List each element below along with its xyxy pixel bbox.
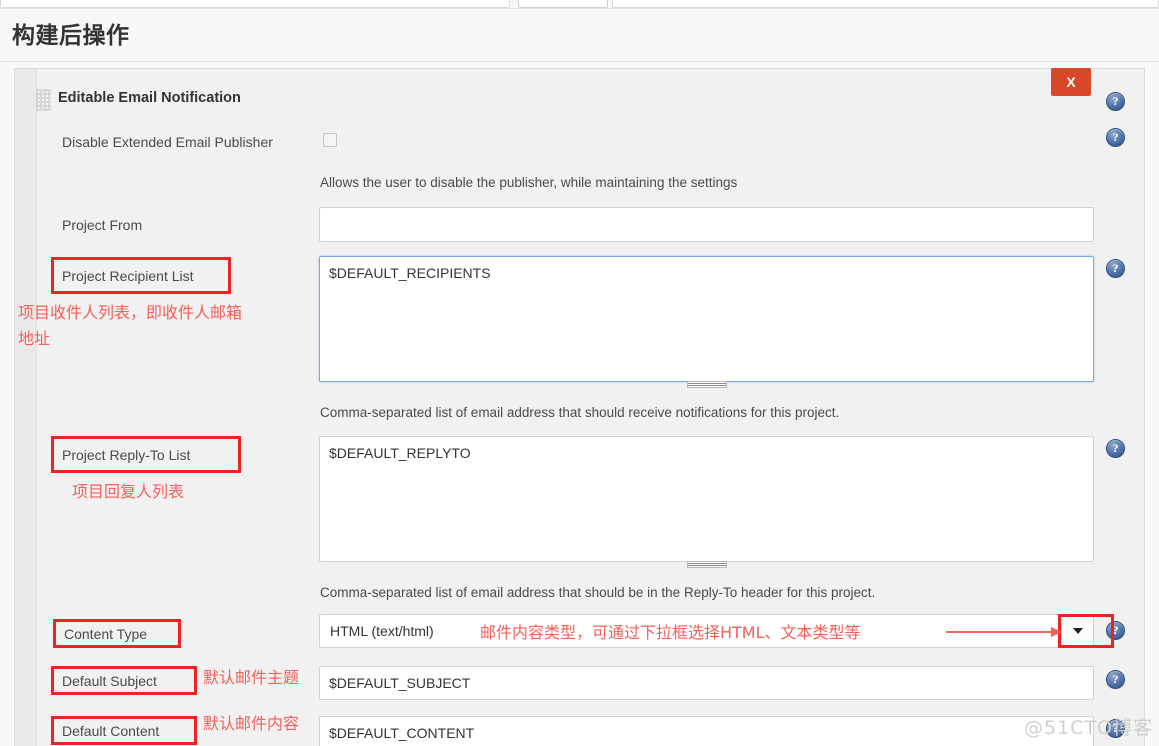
label-content-type: Content Type [64, 626, 148, 642]
hint-project-recipient-list: Comma-separated list of email address th… [320, 405, 840, 420]
top-chrome-fragment-right [612, 0, 1159, 8]
help-icon-content-type[interactable] [1106, 621, 1125, 640]
annotation-text-default-content: 默认邮件内容 [203, 714, 300, 733]
page-title: 构建后操作 [12, 22, 130, 48]
project-reply-to-list-textarea[interactable] [319, 436, 1094, 562]
help-icon-disable-publisher[interactable] [1106, 128, 1125, 147]
heading-divider [0, 61, 1159, 62]
annotation-text-project-reply-to-list: 项目回复人列表 [72, 482, 185, 501]
top-chrome-fragment-middle [518, 0, 608, 8]
label-project-recipient-list: Project Recipient List [62, 268, 194, 284]
project-reply-to-list-resize-handle[interactable] [687, 561, 727, 568]
label-project-from: Project From [62, 217, 143, 233]
panel-left-rail [15, 69, 37, 746]
help-icon-reply-to-list[interactable] [1106, 439, 1125, 458]
annotation-arrow-content-type [946, 627, 1064, 637]
top-chrome-strip [0, 0, 1159, 9]
default-content-textarea[interactable] [319, 716, 1094, 746]
label-default-content: Default Content [62, 723, 160, 739]
help-icon-default-subject[interactable] [1106, 670, 1125, 689]
annotation-text-project-recipient-list-line2: 地址 [18, 329, 51, 348]
disable-extended-email-publisher-checkbox[interactable] [323, 133, 337, 147]
annotation-text-content-type: 邮件内容类型，可通过下拉框选择HTML、文本类型等 [480, 623, 861, 642]
label-default-subject: Default Subject [62, 673, 157, 689]
project-from-input[interactable] [319, 207, 1094, 242]
label-project-reply-to-list: Project Reply-To List [62, 447, 191, 463]
watermark: @51CTO博客 [1023, 717, 1153, 739]
block-title: Editable Email Notification [58, 90, 241, 106]
project-recipient-list-textarea[interactable] [319, 256, 1094, 382]
hint-project-reply-to-list: Comma-separated list of email address th… [320, 585, 876, 600]
annotation-text-default-subject: 默认邮件主题 [203, 668, 300, 687]
top-chrome-fragment-left [0, 0, 510, 8]
project-recipient-list-resize-handle[interactable] [687, 381, 727, 388]
drag-grip-icon[interactable] [36, 89, 51, 111]
help-icon-recipient-list[interactable] [1106, 259, 1125, 278]
app-root: 构建后操作 Editable Email Notification X Disa… [0, 0, 1159, 746]
label-disable-extended-email-publisher: Disable Extended Email Publisher [62, 134, 273, 150]
default-subject-input[interactable] [319, 666, 1094, 700]
close-button[interactable]: X [1051, 68, 1091, 96]
hint-disable-publisher: Allows the user to disable the publisher… [320, 175, 738, 190]
help-icon-block[interactable] [1106, 92, 1125, 111]
content-type-selected-value: HTML (text/html) [330, 623, 434, 639]
annotation-text-project-recipient-list: 项目收件人列表，即收件人邮箱 [18, 303, 243, 322]
chevron-down-icon[interactable] [1061, 615, 1093, 647]
